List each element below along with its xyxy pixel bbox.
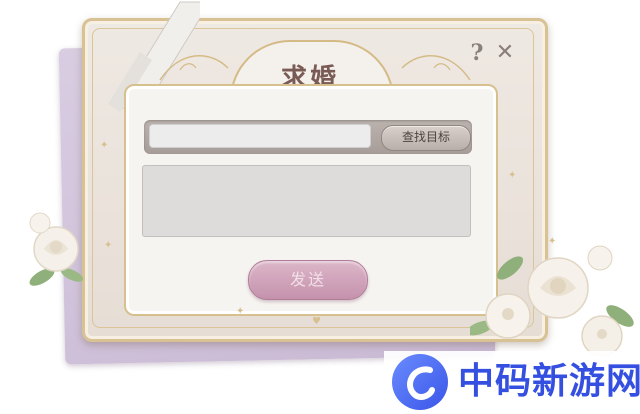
sparkle-icon: ✦ (104, 240, 113, 251)
find-target-button[interactable]: 查找目标 (381, 125, 471, 151)
target-search-input[interactable] (149, 124, 371, 148)
close-icon[interactable]: ✕ (494, 42, 516, 64)
heart-icon: ♥ (312, 316, 321, 327)
sparkle-icon: ✦ (508, 170, 517, 181)
send-button[interactable]: 发送 (248, 260, 368, 300)
sparkle-icon: ✦ (100, 140, 109, 151)
watermark-logo-icon (392, 354, 448, 410)
rose-cluster-right (470, 245, 634, 356)
sparkle-icon: ✦ (236, 306, 245, 317)
help-icon[interactable]: ? (467, 42, 487, 64)
message-textarea[interactable] (142, 165, 471, 237)
proposal-dialog-stage: ♥ 求婚 ? ✕ 查找目标 发送 ✦ ✦ ✦ ✦ ♥ ✦ (0, 0, 640, 413)
rose-cluster-left (29, 212, 84, 286)
watermark-text: 中码新游网 (458, 361, 640, 402)
